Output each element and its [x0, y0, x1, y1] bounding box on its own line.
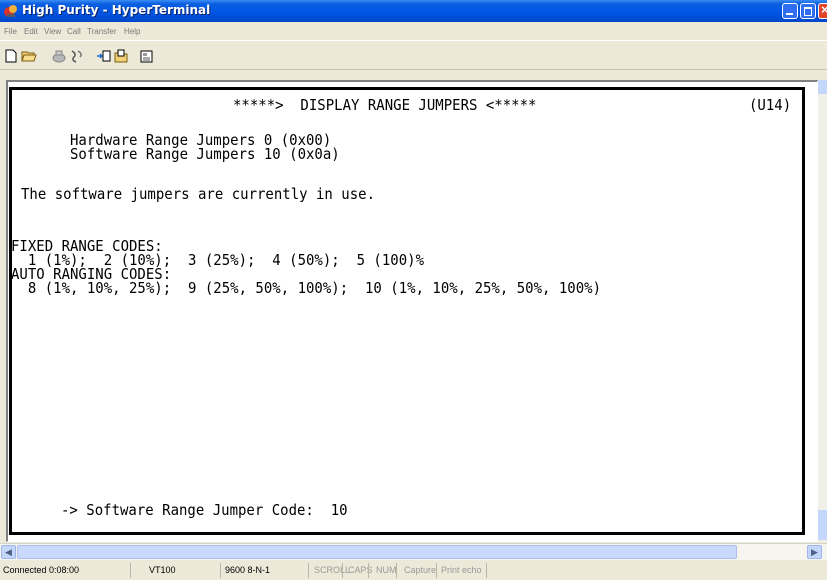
scroll-right-button[interactable]: ▶ [807, 545, 822, 559]
emulation-status: VT100 [149, 565, 176, 575]
horizontal-scroll-thumb[interactable] [17, 545, 737, 559]
call-icon[interactable] [51, 49, 67, 63]
menu-transfer[interactable]: Transfer [87, 27, 117, 36]
menu-bar: File Edit View Call Transfer Help [0, 22, 827, 40]
port-settings-status: 9600 8-N-1 [225, 565, 271, 575]
new-connection-icon[interactable] [3, 49, 19, 63]
jumper-status-message: The software jumpers are currently in us… [21, 185, 376, 204]
terminal-screen[interactable]: *****> DISPLAY RANGE JUMPERS <***** (U14… [9, 87, 805, 535]
status-divider [368, 563, 369, 578]
connection-status: Connected 0:08:00 [3, 565, 80, 575]
status-divider [342, 563, 343, 578]
num-lock-indicator: NUM [376, 565, 397, 575]
send-icon[interactable] [96, 49, 112, 63]
minimize-button[interactable] [782, 3, 798, 19]
status-divider [308, 563, 309, 578]
window-title: High Purity - HyperTerminal [22, 3, 211, 17]
menu-file[interactable]: File [4, 27, 17, 36]
auto-ranging-codes: 8 (1%, 10%, 25%); 9 (25%, 50%, 100%); 10… [11, 279, 602, 298]
toolbar [0, 40, 827, 70]
capture-indicator: Capture [404, 565, 437, 575]
scroll-up-button[interactable] [818, 80, 827, 94]
chevron-right-icon: ▶ [811, 547, 818, 557]
scroll-lock-indicator: SCROLL [314, 565, 351, 575]
menu-help[interactable]: Help [124, 27, 140, 36]
screen-header: *****> DISPLAY RANGE JUMPERS <***** [233, 96, 537, 115]
menu-edit[interactable]: Edit [24, 27, 38, 36]
hyperterminal-app-icon[interactable] [3, 3, 19, 19]
status-divider [486, 563, 487, 578]
vertical-scrollbar[interactable] [818, 80, 827, 542]
status-divider [396, 563, 397, 578]
chevron-left-icon: ◀ [5, 547, 12, 557]
disconnect-icon[interactable] [69, 49, 85, 63]
status-divider [130, 563, 131, 578]
status-bar: Connected 0:08:00 VT100 9600 8-N-1 SCROL… [0, 561, 827, 580]
menu-view[interactable]: View [44, 27, 61, 36]
properties-icon[interactable] [139, 49, 155, 63]
vertical-scroll-thumb[interactable] [818, 510, 827, 540]
scroll-left-button[interactable]: ◀ [1, 545, 16, 559]
jumper-code-prompt[interactable]: -> Software Range Jumper Code: 10 [61, 502, 348, 519]
software-jumpers-line: Software Range Jumpers 10 (0x0a) [70, 145, 340, 164]
open-icon[interactable] [21, 49, 37, 63]
maximize-button[interactable] [800, 3, 816, 19]
unit-label: (U14) [749, 96, 792, 115]
title-bar[interactable]: High Purity - HyperTerminal × [0, 0, 827, 22]
menu-call[interactable]: Call [67, 27, 81, 36]
status-divider [220, 563, 221, 578]
receive-icon[interactable] [113, 49, 129, 63]
print-echo-indicator: Print echo [441, 565, 482, 575]
status-divider [436, 563, 437, 578]
close-icon: × [821, 2, 827, 17]
close-button[interactable]: × [818, 2, 827, 19]
